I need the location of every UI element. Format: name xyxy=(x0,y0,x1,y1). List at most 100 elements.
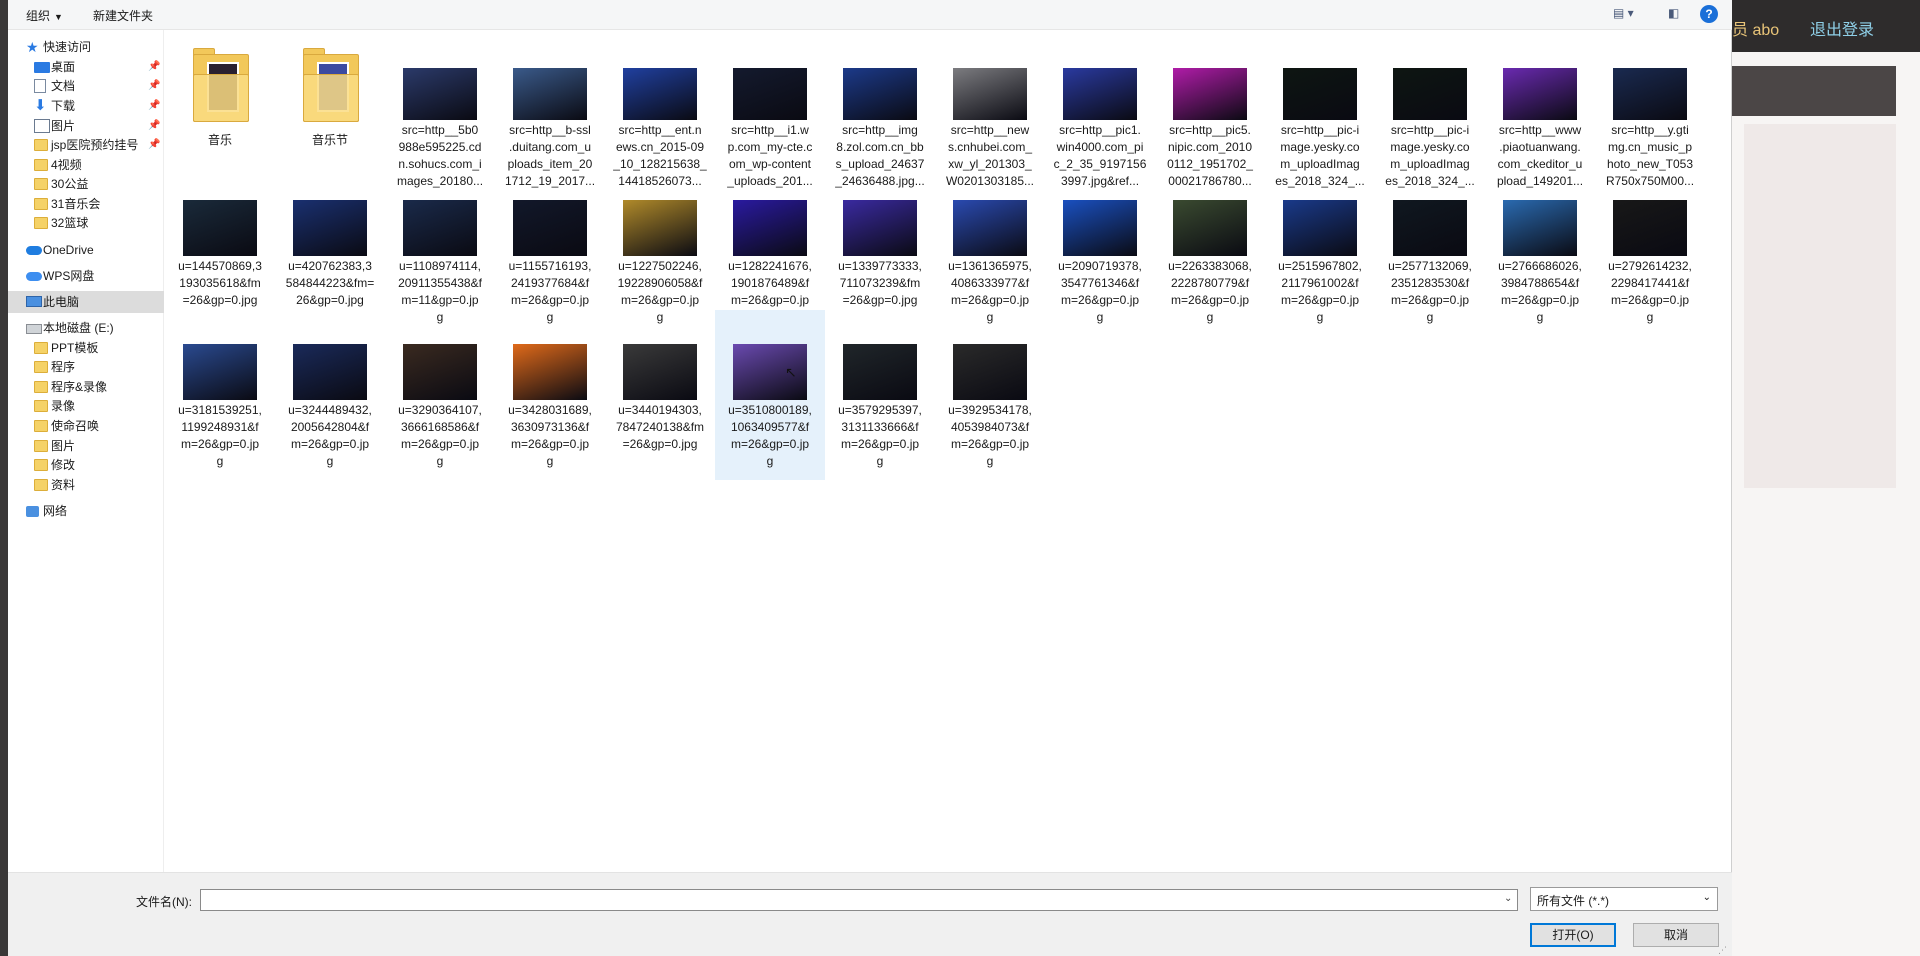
file-name: u=3510800189, 1063409577&f m=26&gp=0.jp … xyxy=(728,403,812,468)
folder-icon xyxy=(34,361,48,373)
cancel-button[interactable]: 取消 xyxy=(1633,923,1719,947)
nav-item[interactable]: 网络 xyxy=(8,500,164,522)
nav-item[interactable]: ★ 快速访问 xyxy=(8,36,164,58)
nav-item[interactable]: 此电脑 xyxy=(8,291,164,313)
file-item[interactable]: u=2263383068, 2228780779&f m=26&gp=0.jp … xyxy=(1155,174,1265,344)
file-type-filter[interactable]: 所有文件 (*.*) ⌄ xyxy=(1530,887,1718,911)
file-item[interactable]: u=3510800189, 1063409577&f m=26&gp=0.jp … xyxy=(715,310,825,480)
nav-item-label: 资料 xyxy=(51,478,76,492)
nav-item-label: 32篮球 xyxy=(51,216,89,230)
file-item[interactable]: u=2766686026, 3984788654&f m=26&gp=0.jp … xyxy=(1485,174,1595,344)
image-thumbnail xyxy=(403,200,477,256)
desktop-icon xyxy=(34,62,50,73)
file-name: u=2766686026, 3984788654&f m=26&gp=0.jp … xyxy=(1498,259,1582,324)
nav-item[interactable]: 资料 xyxy=(8,474,164,496)
pictures-icon xyxy=(34,119,50,133)
nav-item[interactable]: 使命召唤 xyxy=(8,415,164,437)
file-item[interactable]: u=3290364107, 3666168586&f m=26&gp=0.jp … xyxy=(385,310,495,480)
drive-icon xyxy=(26,324,42,334)
file-item[interactable]: u=3181539251, 1199248931&f m=26&gp=0.jp … xyxy=(165,310,275,480)
folder-icon xyxy=(34,178,48,190)
nav-item-label: 快速访问 xyxy=(43,40,92,54)
file-item[interactable]: u=3440194303, 7847240138&fm =26&gp=0.jpg xyxy=(605,310,715,480)
filename-label: 文件名(N): xyxy=(136,895,192,909)
file-type-filter-label: 所有文件 (*.*) xyxy=(1537,894,1610,908)
nav-item[interactable]: jsp医院预约挂号 📌 xyxy=(8,134,164,156)
image-thumbnail xyxy=(403,68,477,120)
file-item[interactable]: u=3579295397, 3131133666&f m=26&gp=0.jp … xyxy=(825,310,935,480)
image-thumbnail xyxy=(1393,68,1467,120)
this-pc-icon xyxy=(26,296,42,307)
file-list[interactable]: 音乐 音乐节 src=http__5b0 988e595225.cd n.sohuc… xyxy=(165,30,1718,872)
navigation-pane[interactable]: ★ 快速访问 桌面 📌 文档 📌 ⬇ 下载 📌 图片 📌 jsp医院预约挂号 📌 4视频 30公益 31音乐会… xyxy=(8,30,164,872)
nav-item[interactable]: OneDrive xyxy=(8,239,164,261)
nav-item[interactable]: 程序 xyxy=(8,356,164,378)
pin-icon: 📌 xyxy=(148,80,161,91)
nav-item-label: 录像 xyxy=(51,399,76,413)
nav-item[interactable]: 32篮球 xyxy=(8,212,164,234)
image-thumbnail xyxy=(513,200,587,256)
filename-history-chevron-icon[interactable]: ⌄ xyxy=(1504,893,1512,904)
image-thumbnail xyxy=(1613,200,1687,256)
organize-button[interactable]: 组织 ▼ xyxy=(26,7,63,24)
image-thumbnail xyxy=(403,344,477,400)
nav-item[interactable]: 修改 xyxy=(8,454,164,476)
file-item[interactable]: u=2792614232, 2298417441&f m=26&gp=0.jp … xyxy=(1595,174,1705,344)
nav-item-label: WPS网盘 xyxy=(43,269,95,283)
file-item[interactable]: u=2515967802, 2117961002&f m=26&gp=0.jp … xyxy=(1265,174,1375,344)
nav-item[interactable]: ⬇ 下载 📌 xyxy=(8,95,164,117)
nav-item-label: 下载 xyxy=(51,99,76,113)
folder-icon xyxy=(34,440,48,452)
resize-grip-icon[interactable]: ⋰ xyxy=(1718,945,1727,956)
folder-icon xyxy=(34,139,48,151)
file-name: 音乐节 xyxy=(311,133,348,147)
folder-icon xyxy=(34,400,48,412)
nav-item-label: 程序 xyxy=(51,360,76,374)
nav-item-label: OneDrive xyxy=(43,243,94,257)
nav-item[interactable]: 30公益 xyxy=(8,173,164,195)
image-thumbnail xyxy=(1063,200,1137,256)
background-header: 员 abo 退出登录 xyxy=(1730,0,1920,52)
filename-input[interactable] xyxy=(200,889,1518,911)
preview-pane-icon[interactable]: ◧ xyxy=(1668,6,1679,20)
document-icon xyxy=(34,79,46,93)
file-item[interactable]: u=2577132069, 2351283530&f m=26&gp=0.jp … xyxy=(1375,174,1485,344)
nav-item-label: 修改 xyxy=(51,458,76,472)
nav-item-label: 文档 xyxy=(51,79,76,93)
file-name: u=144570869,3 193035618&fm =26&gp=0.jpg xyxy=(178,259,262,307)
nav-item-label: 此电脑 xyxy=(43,295,80,309)
nav-item[interactable]: 录像 xyxy=(8,395,164,417)
file-item[interactable]: u=3929534178, 4053984073&f m=26&gp=0.jp … xyxy=(935,310,1045,480)
file-name: u=2090719378, 3547761346&f m=26&gp=0.jp … xyxy=(1058,259,1142,324)
image-thumbnail xyxy=(733,68,807,120)
nav-item[interactable]: WPS网盘 xyxy=(8,265,164,287)
folder-icon xyxy=(34,159,48,171)
image-thumbnail xyxy=(623,344,697,400)
background-page: 员 abo 退出登录 xyxy=(1730,0,1920,956)
help-icon[interactable]: ? xyxy=(1700,5,1718,23)
image-thumbnail xyxy=(843,68,917,120)
file-name: u=3428031689, 3630973136&f m=26&gp=0.jp … xyxy=(508,403,592,468)
nav-item-label: 网络 xyxy=(43,504,68,518)
pin-icon: 📌 xyxy=(148,100,161,111)
background-bar xyxy=(1730,66,1896,116)
file-item[interactable]: u=3244489432, 2005642804&f m=26&gp=0.jp … xyxy=(275,310,385,480)
download-icon: ⬇ xyxy=(34,97,47,114)
file-name: u=420762383,3 584844223&fm= 26&gp=0.jpg xyxy=(285,259,375,307)
network-icon xyxy=(26,506,39,517)
file-name: u=2792614232, 2298417441&f m=26&gp=0.jp … xyxy=(1608,259,1692,324)
view-options-icon[interactable]: ▤ ▾ xyxy=(1613,6,1634,20)
file-name: u=3579295397, 3131133666&f m=26&gp=0.jp … xyxy=(838,403,922,468)
image-thumbnail xyxy=(1283,68,1357,120)
folder-icon xyxy=(34,420,48,432)
file-item[interactable]: u=3428031689, 3630973136&f m=26&gp=0.jp … xyxy=(495,310,605,480)
image-thumbnail xyxy=(183,344,257,400)
open-button[interactable]: 打开(O) xyxy=(1530,923,1616,947)
image-thumbnail xyxy=(953,344,1027,400)
nav-item[interactable]: 文档 📌 xyxy=(8,75,164,97)
file-item[interactable]: u=2090719378, 3547761346&f m=26&gp=0.jp … xyxy=(1045,174,1155,344)
new-folder-button[interactable]: 新建文件夹 xyxy=(93,7,153,24)
image-thumbnail xyxy=(1173,68,1247,120)
nav-item[interactable]: 本地磁盘 (E:) xyxy=(8,317,164,339)
background-logout-link[interactable]: 退出登录 xyxy=(1810,16,1874,40)
